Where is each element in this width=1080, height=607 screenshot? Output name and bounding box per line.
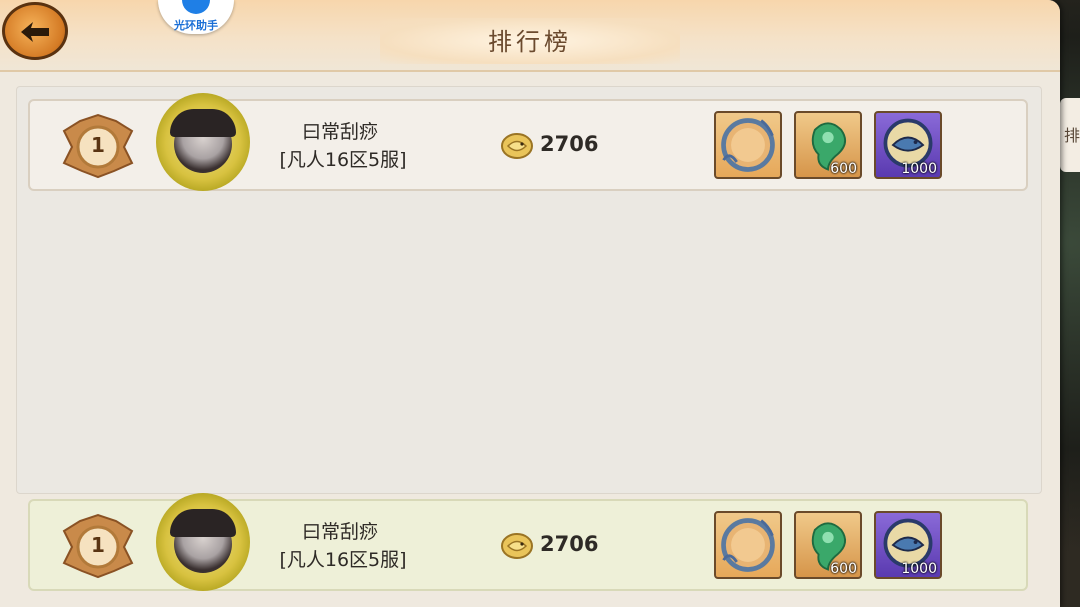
page-title: 排行榜 [488,28,572,56]
back-arrow-icon [21,22,49,42]
reward-count: 1000 [901,561,937,577]
rank-number: 1 [91,533,105,557]
reward-count: 600 [830,161,857,177]
side-tab[interactable]: 排 [1060,98,1080,172]
avatar-hair [170,509,236,537]
rank-number: 1 [91,133,105,157]
avatar[interactable] [156,93,250,191]
self-ranking-row[interactable]: 1 曰常刮痧 [凡人16区5服] 2706 600 1000 [28,493,1028,591]
avatar[interactable] [156,493,250,591]
helper-logo-icon [182,0,210,14]
avatar-frame-icon [721,118,775,172]
reward-item[interactable]: 1000 [874,111,942,179]
reward-item[interactable]: 1000 [874,511,942,579]
reward-item[interactable] [714,111,782,179]
player-name: 曰常刮痧 [301,121,378,143]
player-server: [凡人16区5服] [279,549,407,571]
reward-item[interactable]: 600 [794,511,862,579]
reward-item[interactable] [714,511,782,579]
fish-score-icon [501,533,533,559]
avatar-frame-icon [721,518,775,572]
leaderboard-panel: 排行榜 1 曰常刮痧 [凡人16区5服] 2706 600 1000 1 曰常刮… [0,0,1060,607]
player-name: 曰常刮痧 [301,521,378,543]
reward-item[interactable]: 600 [794,111,862,179]
score-value: 2706 [540,532,599,556]
back-button[interactable] [2,2,68,60]
score-value: 2706 [540,132,599,156]
helper-app-badge[interactable]: 光环助手 [158,0,234,34]
avatar-hair [170,109,236,137]
helper-label: 光环助手 [174,19,218,32]
reward-count: 600 [830,561,857,577]
reward-count: 1000 [901,161,937,177]
player-server: [凡人16区5服] [279,149,407,171]
ranking-row[interactable]: 1 曰常刮痧 [凡人16区5服] 2706 600 1000 [28,93,1028,191]
side-tab-label: 排 [1064,126,1080,145]
fish-score-icon [501,133,533,159]
